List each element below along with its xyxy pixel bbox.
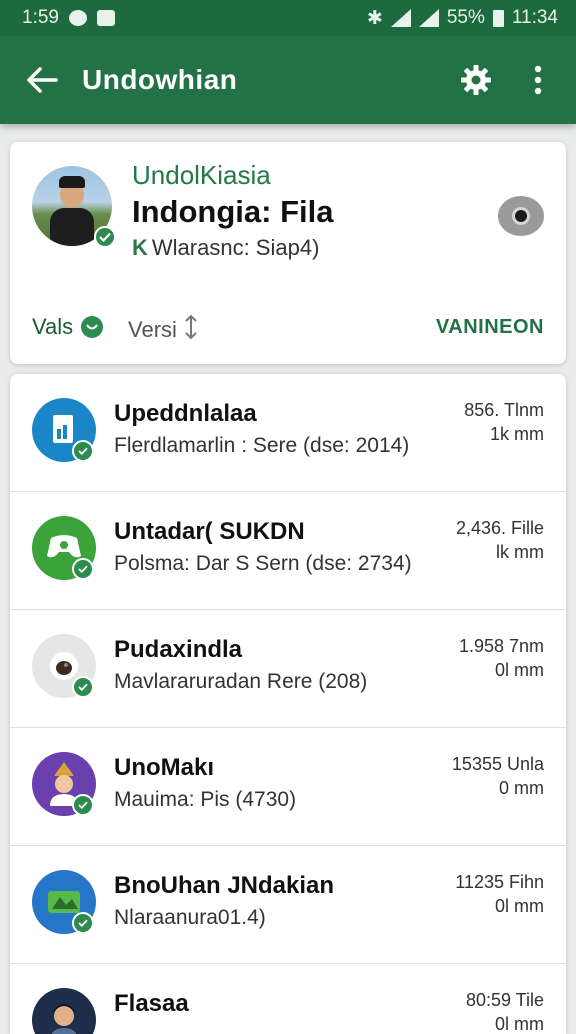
file-list: Upeddnlalaa Flerdlamarlin : Sere (dse: 2… [10, 374, 566, 1034]
back-arrow-icon[interactable] [22, 60, 62, 100]
sort-arrows-icon [183, 314, 199, 346]
item-desc: Flerdlamarlin : Sere (dse: 2014) [114, 434, 410, 457]
list-item[interactable]: Upeddnlalaa Flerdlamarlin : Sere (dse: 2… [10, 374, 566, 492]
item-desc: Nlaraanura01.4) [114, 906, 266, 929]
page-title: Undowhian [82, 64, 238, 95]
item-name: Flasaa [114, 990, 189, 1017]
item-name: Pudaxindla [114, 636, 243, 663]
item-unit: 0l mm [495, 660, 544, 680]
app-bar: Undowhian [0, 36, 576, 124]
item-name: Untadar( SUKDN [114, 518, 305, 545]
installed-check-icon [72, 676, 94, 698]
installed-check-icon [72, 440, 94, 462]
preview-eye-icon[interactable] [498, 196, 544, 236]
signal-icon [418, 9, 439, 27]
status-time-left: 1:59 [22, 7, 59, 28]
list-item[interactable]: Untadar( SUKDN Polsma: Dar S Sern (dse: … [10, 492, 566, 610]
verified-check-icon [94, 226, 116, 248]
item-name: Upeddnlalaa [114, 400, 257, 427]
installed-check-icon [72, 558, 94, 580]
versi-label: Versi [128, 317, 177, 342]
header-title: Indongia: Fila [132, 194, 334, 229]
item-name: BnoUhan JNdakian [114, 872, 335, 899]
list-item[interactable]: Pudaxindla Mavlararuradan Rere (208) 1.9… [10, 610, 566, 728]
installed-check-icon [72, 794, 94, 816]
vals-button[interactable]: Vals [32, 314, 104, 340]
header-meta: K Wlarasnc: Siap4) [132, 235, 319, 261]
list-item[interactable]: UnoMakı Mauima: Pis (4730) 15355 Unla 0 … [10, 728, 566, 846]
status-bar: 1:59 ✱ 55% 11:34 [0, 0, 576, 36]
app-header-card: UndolKiasia Indongia: Fila K Wlarasnc: Si… [10, 142, 566, 364]
item-desc: Mauima: Pis (4730) [114, 788, 297, 811]
wifi-icon [390, 9, 411, 27]
vals-label: Vals [32, 314, 74, 339]
meta-mark: K [132, 235, 148, 260]
header-action-link[interactable]: VANINEON [436, 316, 544, 339]
item-desc: Mavlararuradan Rere (208) [114, 670, 368, 693]
notification-icon [68, 10, 87, 26]
item-size: 1.958 7nm [458, 636, 544, 656]
battery-percent: 55% [446, 7, 485, 28]
item-unit: lk mm [496, 542, 544, 562]
bluetooth-icon: ✱ [366, 7, 383, 29]
image-notification-icon [96, 10, 115, 26]
item-unit: 1k mm [490, 424, 544, 444]
meta-text: Wlarasnc: Siap4) [151, 235, 320, 260]
versi-button[interactable]: Versi [128, 314, 199, 346]
list-item[interactable]: BnoUhan JNdakian Nlaraanura01.4) 11235 F… [10, 846, 566, 964]
settings-gear-icon[interactable] [456, 60, 496, 100]
item-unit: 0l mm [495, 1014, 544, 1034]
more-options-icon[interactable] [518, 60, 558, 100]
vals-dot-icon [81, 316, 104, 338]
item-size: 80:59 Tile [465, 990, 544, 1010]
battery-icon [492, 9, 504, 27]
item-size: 15355 Unla [451, 754, 544, 774]
status-time-right: 11:34 [511, 7, 558, 28]
portrait-icon [32, 988, 96, 1034]
item-size: 856. Tlnm [464, 400, 544, 420]
item-unit: 0l mm [495, 896, 544, 916]
item-size: 11235 Fihn [455, 872, 544, 892]
item-name: UnoMakı [114, 754, 215, 781]
item-size: 2,436. Fille [455, 518, 544, 538]
installed-check-icon [72, 912, 94, 934]
item-desc: Polsma: Dar S Sern (dse: 2734) [114, 552, 412, 575]
item-unit: 0 mm [499, 778, 544, 798]
header-subtitle: UndolKiasia [132, 160, 271, 190]
